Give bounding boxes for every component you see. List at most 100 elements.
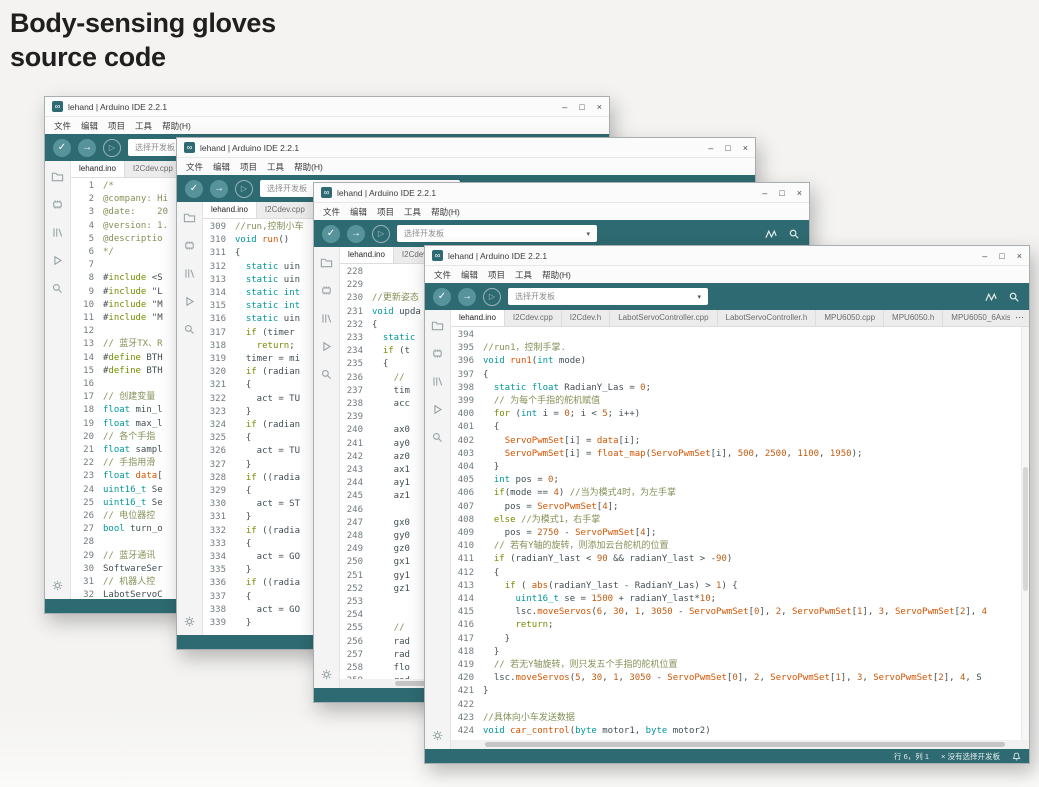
maximize-button[interactable]: □	[999, 251, 1004, 261]
search-icon[interactable]	[51, 282, 64, 295]
serial-monitor-icon[interactable]	[1008, 291, 1021, 303]
close-button[interactable]: ×	[743, 143, 748, 153]
titlebar[interactable]: ∞ lehand | Arduino IDE 2.2.1 – □ ×	[314, 183, 809, 203]
minimize-button[interactable]: –	[562, 102, 567, 112]
serial-plotter-icon[interactable]	[765, 228, 778, 240]
editor-tab[interactable]: I2Cdev.cpp	[125, 161, 182, 177]
maximize-button[interactable]: □	[725, 143, 730, 153]
debug-icon[interactable]	[320, 340, 333, 353]
activity-sidebar	[177, 202, 203, 635]
menu-item[interactable]: 工具	[515, 269, 532, 281]
editor-tab[interactable]: MPU6050.h	[884, 310, 943, 326]
verify-button[interactable]: ✓	[53, 139, 71, 157]
boards-manager-icon[interactable]	[320, 284, 333, 297]
vertical-scrollbar[interactable]	[1021, 327, 1029, 740]
board-status[interactable]: × 没有选择开发板	[941, 751, 1000, 762]
menu-item[interactable]: 工具	[404, 206, 421, 218]
sketchbook-folder-icon[interactable]	[51, 170, 64, 183]
menu-item[interactable]: 帮助(H)	[162, 120, 191, 132]
board-selector[interactable]: 选择开发板 ▾	[397, 225, 597, 242]
verify-button[interactable]: ✓	[322, 225, 340, 243]
editor-tab[interactable]: I2Cdev.h	[562, 310, 610, 326]
sketchbook-folder-icon[interactable]	[183, 211, 196, 224]
boards-manager-icon[interactable]	[51, 198, 64, 211]
titlebar[interactable]: ∞ lehand | Arduino IDE 2.2.1 – □ ×	[177, 138, 755, 158]
gear-icon[interactable]	[320, 668, 333, 681]
editor-tab[interactable]: I2Cdev.cpp	[505, 310, 562, 326]
board-selector[interactable]: 选择开发板 ▾	[508, 288, 708, 305]
menubar: 文件编辑项目工具帮助(H)	[314, 203, 809, 220]
maximize-button[interactable]: □	[779, 188, 784, 198]
editor-tab[interactable]: MPU6050_6Axis_MotionApps20.h	[943, 310, 1010, 326]
close-button[interactable]: ×	[1017, 251, 1022, 261]
maximize-button[interactable]: □	[579, 102, 584, 112]
editor-tab[interactable]: MPU6050.cpp	[816, 310, 884, 326]
library-manager-icon[interactable]	[431, 375, 444, 388]
search-icon[interactable]	[183, 323, 196, 336]
menu-item[interactable]: 项目	[108, 120, 125, 132]
sketchbook-folder-icon[interactable]	[320, 256, 333, 269]
gear-icon[interactable]	[183, 615, 196, 628]
editor-tab[interactable]: lehand.ino	[340, 247, 394, 263]
menu-item[interactable]: 项目	[488, 269, 505, 281]
board-selector-label: 选择开发板	[135, 142, 175, 153]
debug-button[interactable]: ▷	[103, 139, 121, 157]
boards-manager-icon[interactable]	[431, 347, 444, 360]
gear-icon[interactable]	[431, 729, 444, 742]
close-button[interactable]: ×	[797, 188, 802, 198]
minimize-button[interactable]: –	[762, 188, 767, 198]
debug-icon[interactable]	[51, 254, 64, 267]
menu-item[interactable]: 文件	[186, 161, 203, 173]
menu-item[interactable]: 文件	[54, 120, 71, 132]
menu-item[interactable]: 编辑	[461, 269, 478, 281]
titlebar[interactable]: ∞ lehand | Arduino IDE 2.2.1 – □ ×	[45, 97, 609, 117]
menu-item[interactable]: 帮助(H)	[294, 161, 323, 173]
menu-item[interactable]: 工具	[135, 120, 152, 132]
library-manager-icon[interactable]	[183, 267, 196, 280]
serial-plotter-icon[interactable]	[985, 291, 998, 303]
tab-overflow-indicator[interactable]: ⋯	[1010, 310, 1029, 326]
menu-item[interactable]: 项目	[240, 161, 257, 173]
minimize-button[interactable]: –	[982, 251, 987, 261]
search-icon[interactable]	[320, 368, 333, 381]
boards-manager-icon[interactable]	[183, 239, 196, 252]
gear-icon[interactable]	[51, 579, 64, 592]
menu-item[interactable]: 文件	[434, 269, 451, 281]
editor-tab[interactable]: LabotServoController.cpp	[610, 310, 717, 326]
menu-item[interactable]: 帮助(H)	[431, 206, 460, 218]
upload-button[interactable]: →	[347, 225, 365, 243]
editor-tab[interactable]: I2Cdev.cpp	[257, 202, 314, 218]
menu-item[interactable]: 项目	[377, 206, 394, 218]
code-editor[interactable]: 394395//run1，控制手掌.396void run1(int mode)…	[451, 327, 1029, 740]
menu-item[interactable]: 文件	[323, 206, 340, 218]
verify-button[interactable]: ✓	[185, 180, 203, 198]
library-manager-icon[interactable]	[51, 226, 64, 239]
menu-item[interactable]: 工具	[267, 161, 284, 173]
debug-button[interactable]: ▷	[235, 180, 253, 198]
debug-icon[interactable]	[183, 295, 196, 308]
upload-button[interactable]: →	[458, 288, 476, 306]
close-button[interactable]: ×	[597, 102, 602, 112]
verify-button[interactable]: ✓	[433, 288, 451, 306]
notifications-icon[interactable]	[1012, 752, 1021, 761]
debug-icon[interactable]	[431, 403, 444, 416]
library-manager-icon[interactable]	[320, 312, 333, 325]
menu-item[interactable]: 帮助(H)	[542, 269, 571, 281]
serial-monitor-icon[interactable]	[788, 228, 801, 240]
sketchbook-folder-icon[interactable]	[431, 319, 444, 332]
upload-button[interactable]: →	[210, 180, 228, 198]
search-icon[interactable]	[431, 431, 444, 444]
menu-item[interactable]: 编辑	[350, 206, 367, 218]
titlebar[interactable]: ∞ lehand | Arduino IDE 2.2.1 – □ ×	[425, 246, 1029, 266]
debug-button[interactable]: ▷	[372, 225, 390, 243]
debug-button[interactable]: ▷	[483, 288, 501, 306]
menu-item[interactable]: 编辑	[81, 120, 98, 132]
editor-tab[interactable]: LabotServoController.h	[718, 310, 817, 326]
menu-item[interactable]: 编辑	[213, 161, 230, 173]
horizontal-scrollbar[interactable]	[451, 740, 1029, 749]
editor-tab[interactable]: lehand.ino	[451, 310, 505, 326]
minimize-button[interactable]: –	[708, 143, 713, 153]
upload-button[interactable]: →	[78, 139, 96, 157]
editor-tab[interactable]: lehand.ino	[203, 202, 257, 218]
editor-tab[interactable]: lehand.ino	[71, 161, 125, 177]
